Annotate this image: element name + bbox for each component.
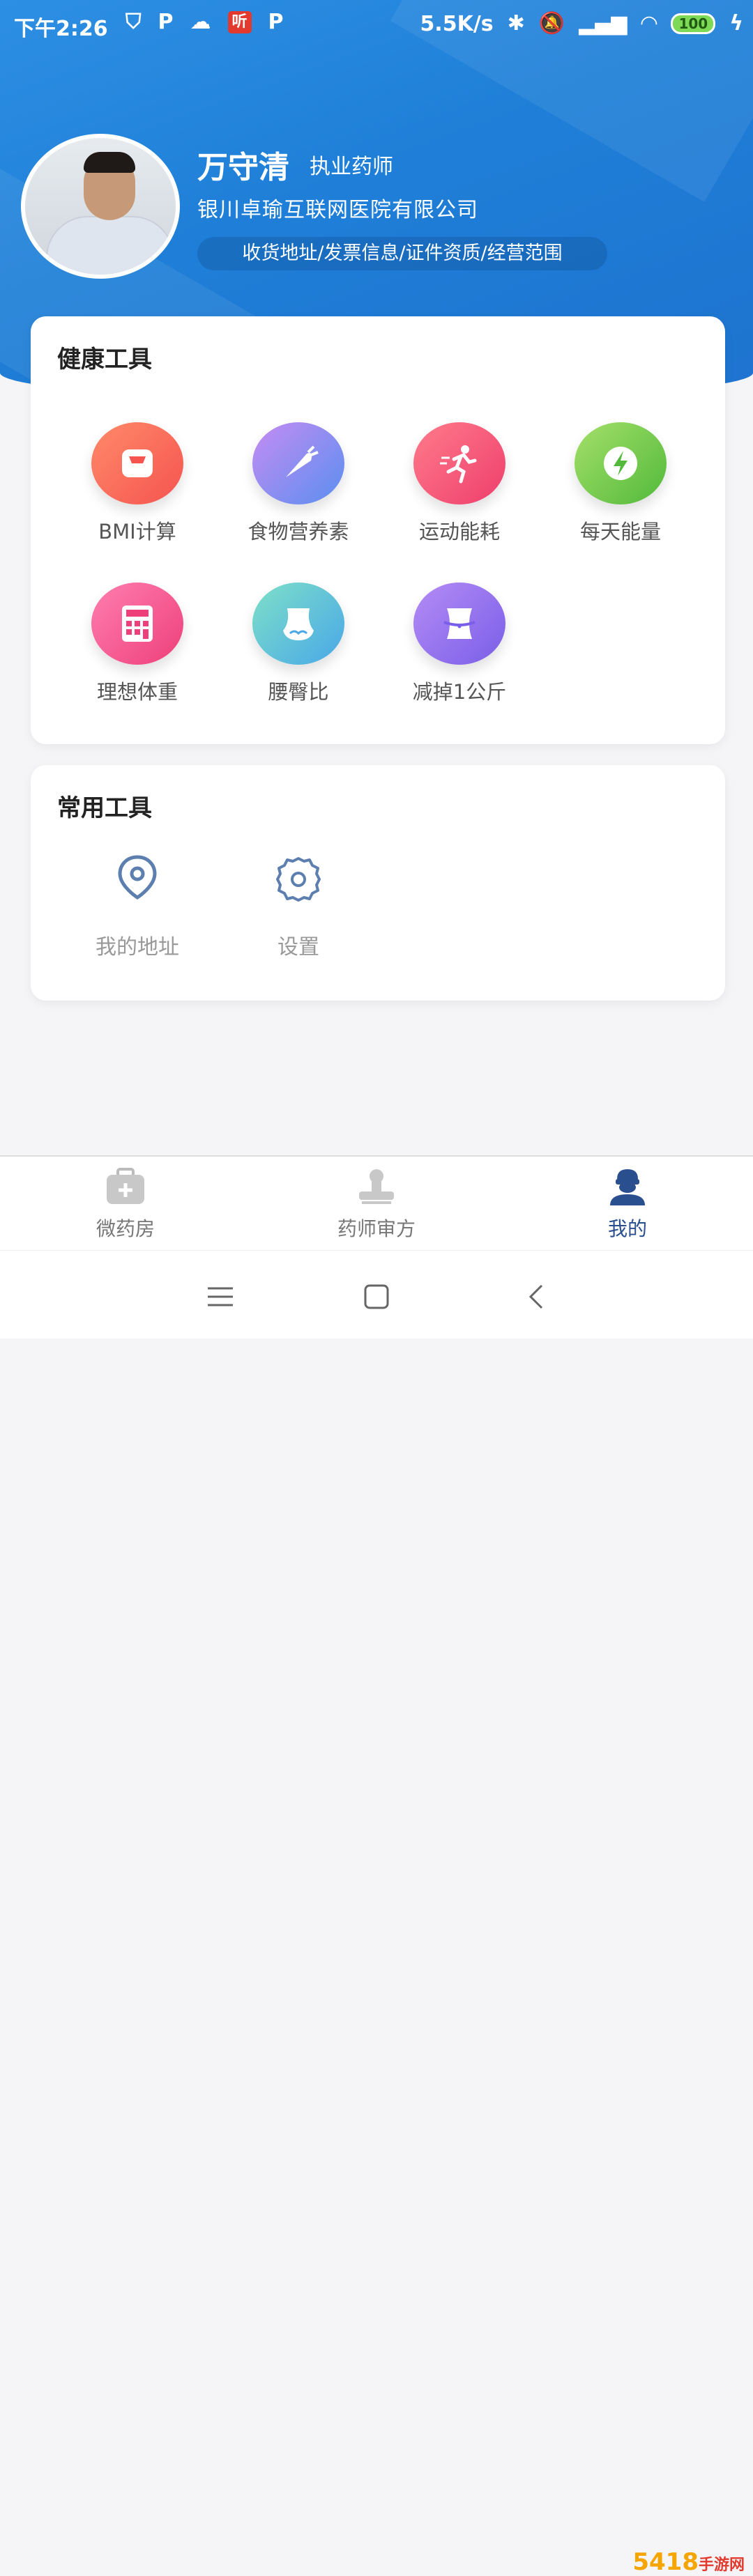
tab-mine[interactable]: 我的 <box>558 1166 697 1242</box>
waist-icon <box>413 583 505 665</box>
lightning-icon <box>575 422 667 504</box>
avatar-hair <box>84 152 135 173</box>
section-title: 健康工具 <box>57 346 152 373</box>
tool-label: 运动能耗 <box>418 520 500 543</box>
tab-label: 药师审方 <box>337 1217 416 1240</box>
user-name: 万守清 <box>197 150 289 185</box>
tab-label: 我的 <box>607 1217 647 1240</box>
watermark-sub: 手游网 <box>698 2556 745 2574</box>
tool-label: BMI计算 <box>98 520 176 543</box>
tab-prescription-review[interactable]: 药师审方 <box>307 1166 446 1242</box>
status-bar: 下午2:26 ⛉ P ☁ 听 P 5.5K/s ✱ 🔕 ▂▄▆ ◠ 100 ϟ <box>0 0 753 50</box>
tool-label: 理想体重 <box>96 680 178 704</box>
system-nav-bar: 5418手游网 <box>0 1250 753 2576</box>
gear-icon <box>271 850 326 906</box>
bluetooth-icon: ✱ <box>507 11 525 36</box>
ting-app-icon: 听 <box>227 11 252 33</box>
medicine-box-icon <box>56 1166 195 1210</box>
tool-label: 设置 <box>277 935 319 959</box>
tool-label: 每天能量 <box>579 520 661 543</box>
tool-exercise-energy[interactable]: 运动能耗 <box>379 422 540 545</box>
calculator-icon <box>91 583 183 665</box>
user-icon <box>558 1166 697 1210</box>
tool-bmi[interactable]: BMI计算 <box>56 422 218 545</box>
parking-icon: P <box>268 10 284 34</box>
menu-icon[interactable] <box>199 1276 241 1318</box>
network-speed: 5.5K/s <box>420 11 494 36</box>
charging-icon: ϟ <box>729 11 743 36</box>
tool-waist-hip-ratio[interactable]: 腰臀比 <box>218 583 379 705</box>
scale-icon <box>91 422 183 504</box>
stamp-icon <box>307 1166 446 1210</box>
parking-icon: P <box>158 10 174 34</box>
home-icon[interactable] <box>356 1276 397 1318</box>
tool-settings[interactable]: 设置 <box>218 850 379 960</box>
tab-label: 微药房 <box>96 1217 155 1240</box>
location-pin-icon <box>109 850 165 906</box>
tool-label: 食物营养素 <box>248 520 349 543</box>
mute-icon: 🔕 <box>538 11 565 36</box>
tool-label: 减掉1公斤 <box>412 680 507 704</box>
tool-label: 腰臀比 <box>268 680 329 704</box>
back-icon[interactable] <box>515 1276 556 1318</box>
watermark-main: 5418 <box>632 2548 699 2576</box>
user-role: 执业药师 <box>310 155 393 179</box>
bottom-tab-bar: 微药房 药师审方 我的 <box>0 1155 753 1250</box>
wifi-icon: ◠ <box>641 11 657 36</box>
carrot-icon <box>252 422 344 504</box>
avatar-body <box>46 216 174 275</box>
health-tools-card: 健康工具 BMI计算 食物营养素 运动能耗 每天能量 理想体重 腰臀比 减掉1公… <box>31 316 725 744</box>
avatar[interactable] <box>21 134 180 279</box>
common-tools-card: 常用工具 我的地址 设置 <box>31 765 725 1001</box>
watermark-logo: 5418手游网 <box>632 2548 745 2576</box>
battery-icon: 100 <box>671 13 716 34</box>
company-name: 银川卓瑜互联网医院有限公司 <box>197 198 478 222</box>
tool-lose-1kg[interactable]: 减掉1公斤 <box>379 583 540 705</box>
tool-food-nutrition[interactable]: 食物营养素 <box>218 422 379 545</box>
tool-my-address[interactable]: 我的地址 <box>56 850 218 960</box>
status-time: 下午2:26 <box>14 17 108 41</box>
profile-links[interactable]: 收货地址/发票信息/证件资质/经营范围 <box>197 237 607 270</box>
shield-icon: ⛉ <box>126 10 142 34</box>
tool-ideal-weight[interactable]: 理想体重 <box>56 583 218 705</box>
tool-label: 我的地址 <box>96 935 179 959</box>
tool-daily-energy[interactable]: 每天能量 <box>540 422 701 545</box>
cloud-icon: ☁ <box>190 10 211 34</box>
runner-icon <box>413 422 505 504</box>
signal-icon: ▂▄▆ <box>579 11 628 36</box>
section-title: 常用工具 <box>57 794 152 822</box>
hip-icon <box>252 583 344 665</box>
tab-pharmacy[interactable]: 微药房 <box>56 1166 195 1242</box>
